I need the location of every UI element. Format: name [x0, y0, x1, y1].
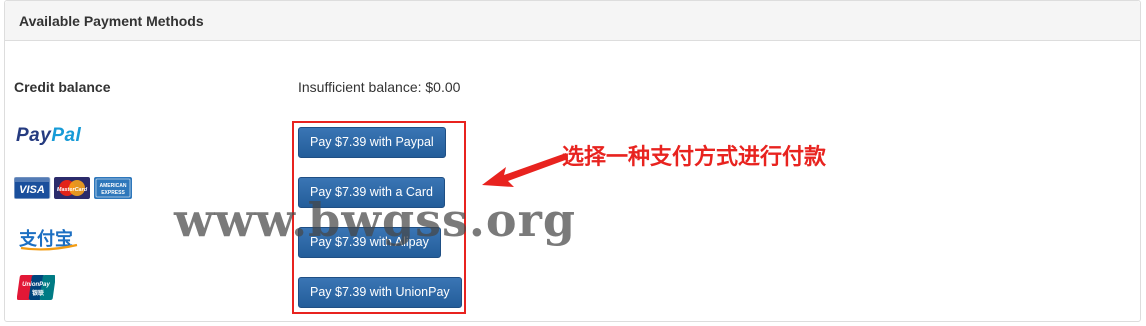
amex-icon: AMERICAN EXPRESS [94, 177, 132, 199]
paypal-logo-pay: Pay [16, 125, 52, 146]
visa-icon: VISA [14, 177, 51, 199]
card-brands-logo: VISA MasterCard AMERICAN EXPRESS [14, 177, 132, 199]
pay-with-card-button[interactable]: Pay $7.39 with a Card [298, 177, 445, 208]
svg-text:MasterCard: MasterCard [57, 187, 88, 193]
pay-with-unionpay-button[interactable]: Pay $7.39 with UnionPay [298, 277, 462, 308]
annotation-arrow-icon [482, 153, 568, 187]
alipay-logo: 支付宝 [18, 228, 78, 251]
paypal-logo: PayPal [16, 125, 81, 147]
annotation-text: 选择一种支付方式进行付款 [562, 144, 827, 170]
svg-text:AMERICAN: AMERICAN [100, 183, 127, 189]
credit-balance-label: Credit balance [14, 79, 111, 95]
unionpay-logo: UnionPay 银联 [17, 275, 55, 300]
mastercard-icon: MasterCard [54, 177, 90, 199]
panel-heading: Available Payment Methods [5, 1, 1140, 41]
svg-text:EXPRESS: EXPRESS [101, 190, 125, 196]
pay-with-paypal-button[interactable]: Pay $7.39 with Paypal [298, 127, 446, 158]
pay-with-alipay-button[interactable]: Pay $7.39 with Alipay [298, 227, 441, 258]
credit-balance-status: Insufficient balance: $0.00 [298, 79, 461, 95]
paypal-logo-pal: Pal [51, 125, 82, 146]
panel-title: Available Payment Methods [19, 13, 204, 29]
svg-text:银联: 银联 [32, 289, 44, 297]
svg-text:VISA: VISA [19, 184, 45, 196]
svg-text:UnionPay: UnionPay [22, 282, 50, 288]
